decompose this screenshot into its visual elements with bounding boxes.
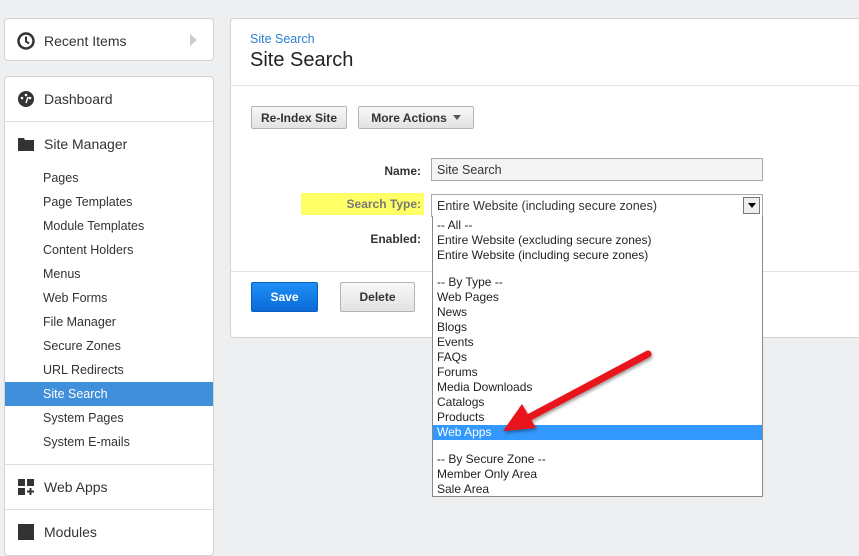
red-arrow-annotation — [503, 350, 652, 431]
